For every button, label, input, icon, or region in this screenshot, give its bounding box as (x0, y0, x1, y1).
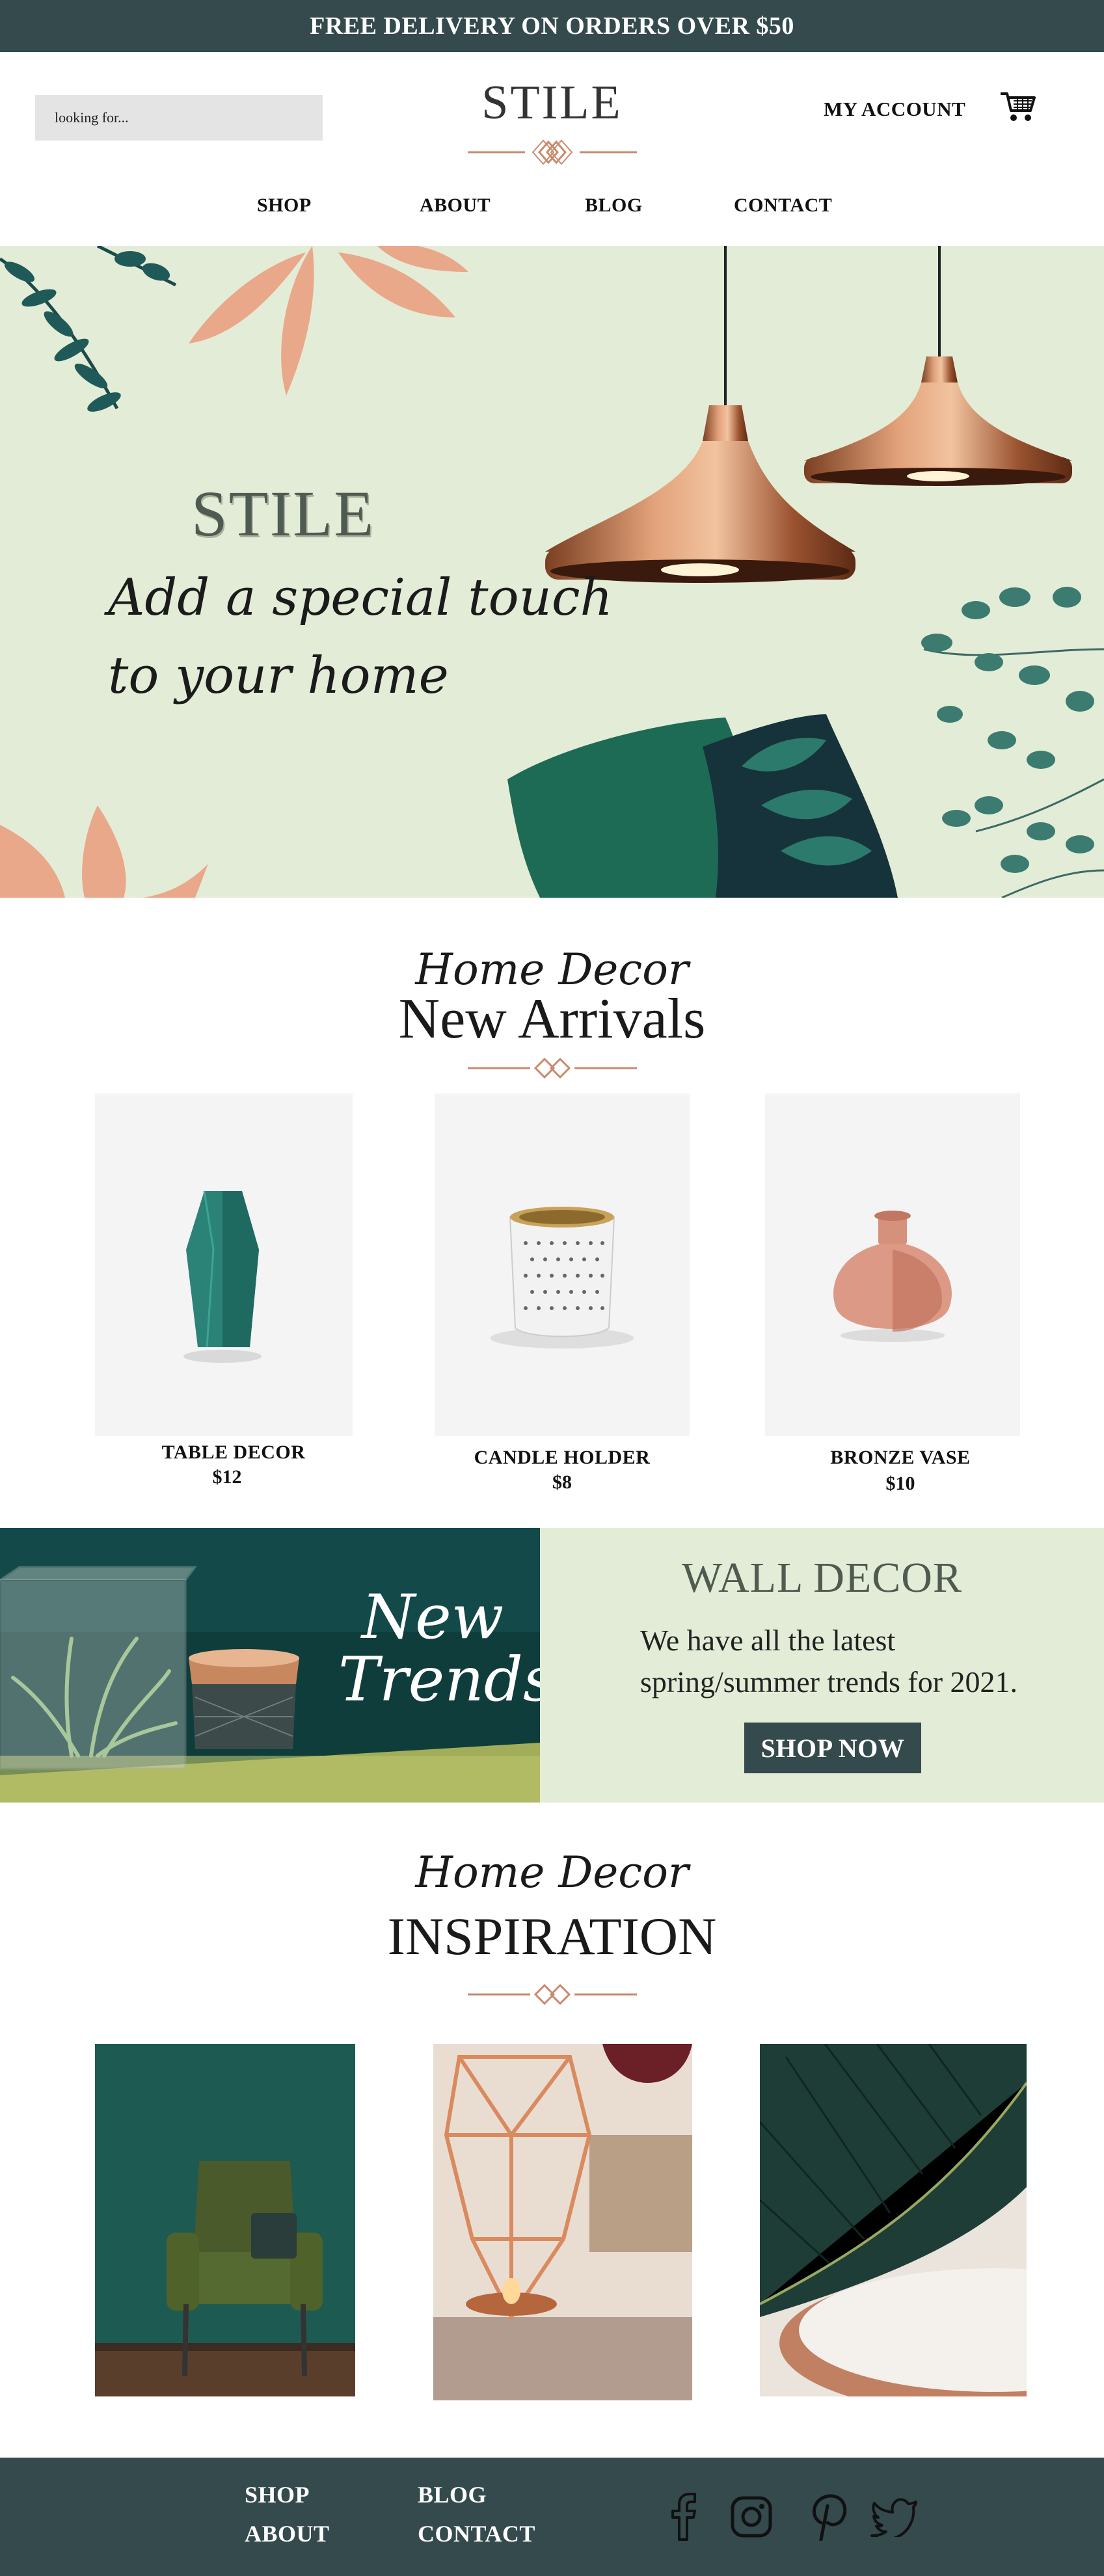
new-trends-image[interactable]: New Trends (0, 1528, 540, 1803)
footer-link-contact[interactable]: CONTACT (418, 2520, 535, 2547)
footer-link-blog[interactable]: BLOG (418, 2481, 487, 2508)
wall-decor-title: WALL DECOR (681, 1554, 962, 1602)
inspiration-image-copper-lantern[interactable] (433, 2044, 692, 2400)
cart-icon[interactable] (999, 90, 1037, 124)
nav-about-label: ABOUT (420, 195, 491, 216)
inspiration-image-armchair[interactable] (95, 2044, 355, 2396)
wall-decor-text-line1: We have all the latest (640, 1624, 896, 1657)
logo-ornament (0, 134, 1104, 174)
section-ornament (0, 1050, 1104, 1090)
nav-contact-label: CONTACT (734, 195, 833, 216)
my-account-link[interactable]: MY ACCOUNT (824, 98, 965, 121)
hero-tagline-line2: to your home (108, 647, 449, 705)
product-image-bronze-vase[interactable] (765, 1093, 1020, 1436)
hero-banner: STILE Add a special touch to your home (0, 246, 1104, 898)
hero-tagline-line1: Add a special touch (108, 569, 613, 627)
inspiration-script: Home Decor (415, 1847, 689, 1898)
twitter-icon[interactable] (870, 2495, 919, 2545)
hero-title: STILE (191, 477, 375, 550)
nav-about[interactable]: ABOUT (420, 195, 491, 217)
product-price: $12 (212, 1466, 242, 1488)
section-ornament (0, 1976, 1104, 2016)
nav-shop[interactable]: SHOP (257, 195, 312, 217)
shop-now-button[interactable]: SHOP NOW (744, 1723, 921, 1773)
inspiration-image-palm-plate[interactable] (759, 2043, 1104, 2415)
pinterest-icon[interactable] (807, 2491, 850, 2542)
my-account-label: MY ACCOUNT (824, 98, 966, 120)
promo-bar: FREE DELIVERY ON ORDERS OVER $50 (0, 0, 1104, 52)
footer-link-about[interactable]: ABOUT (245, 2520, 330, 2547)
new-arrivals-heading: New Arrivals (398, 987, 706, 1051)
nav-blog-label: BLOG (585, 195, 643, 216)
nav-shop-label: SHOP (257, 195, 312, 216)
wall-decor-text: We have all the latest spring/summer tre… (640, 1620, 1017, 1703)
product-image-table-decor[interactable] (95, 1093, 353, 1436)
wall-decor-text-line2: spring/summer trends for 2021. (640, 1665, 1018, 1698)
footer-link-shop[interactable]: SHOP (245, 2481, 310, 2508)
instagram-icon[interactable] (730, 2495, 773, 2545)
product-price: $8 (552, 1471, 572, 1493)
product-name[interactable]: BRONZE VASE (765, 1447, 1036, 1469)
product-name[interactable]: TABLE DECOR (95, 1442, 372, 1464)
footer: SHOP BLOG ABOUT CONTACT (0, 2458, 1104, 2576)
nav-blog[interactable]: BLOG (585, 195, 643, 217)
new-trends-line2: Trends (338, 1644, 540, 1715)
new-trends-overlay: New Trends (338, 1582, 540, 1715)
product-price: $10 (885, 1473, 915, 1494)
product-image-candle-holder[interactable] (435, 1093, 690, 1436)
logo-text: STILE (481, 76, 623, 129)
new-trends-line1: New (361, 1582, 504, 1653)
promo-text: FREE DELIVERY ON ORDERS OVER $50 (310, 12, 794, 40)
nav-contact[interactable]: CONTACT (734, 195, 832, 217)
inspiration-heading: INSPIRATION (387, 1907, 717, 1966)
facebook-icon[interactable] (664, 2491, 707, 2541)
product-name[interactable]: CANDLE HOLDER (435, 1447, 690, 1469)
